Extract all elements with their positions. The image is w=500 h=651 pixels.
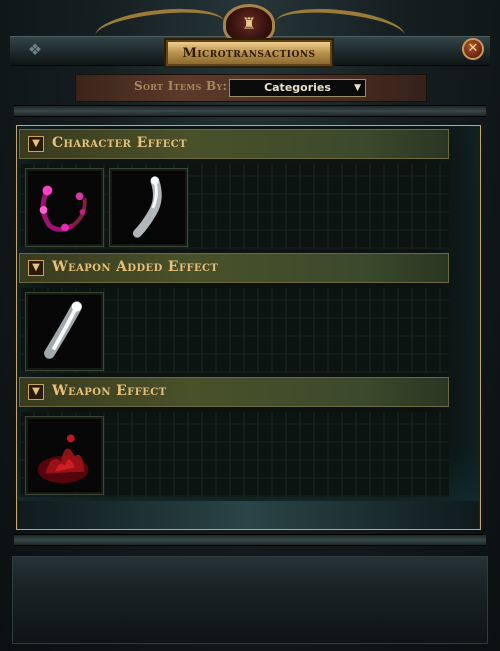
magenta-ring-effect-icon[interactable] (25, 168, 104, 247)
bottom-frame (12, 556, 488, 644)
category-label: Character Effect (52, 135, 187, 151)
top-divider (14, 105, 486, 117)
items-panel: ▼ Character Effect ▼ Weapon Added Effect… (16, 125, 481, 530)
sort-label: Sort Items By: (134, 79, 228, 93)
category-label: Weapon Added Effect (52, 259, 219, 275)
chevron-down-icon: ▼ (354, 83, 361, 93)
gem-icon: ❖ (27, 40, 43, 59)
window-title: Microtransactions (166, 40, 332, 66)
sort-select-value: Categories (264, 81, 331, 94)
item-row-character-effect (19, 164, 449, 249)
item-row-weapon-added-effect (19, 288, 449, 373)
item-row-weapon-effect (19, 412, 449, 497)
red-flame-effect-icon[interactable] (25, 416, 104, 495)
category-header-weapon-added-effect[interactable]: ▼ Weapon Added Effect (19, 253, 449, 283)
close-icon: ✕ (467, 41, 479, 56)
panel-bottom-glow (18, 501, 479, 529)
white-streak-effect-icon[interactable] (25, 292, 104, 371)
sort-select[interactable]: Categories ▼ (229, 79, 366, 97)
microtransactions-window: ♜ ❖ Microtransactions ✕ Sort Items By: C… (0, 0, 500, 651)
sort-bar: Sort Items By: Categories ▼ (75, 74, 427, 102)
category-header-weapon-effect[interactable]: ▼ Weapon Effect (19, 377, 449, 407)
chair-icon: ♜ (223, 4, 275, 44)
bottom-divider (14, 534, 486, 546)
collapse-toggle-icon[interactable]: ▼ (28, 136, 44, 152)
category-label: Weapon Effect (52, 383, 167, 399)
category-header-character-effect[interactable]: ▼ Character Effect (19, 129, 449, 159)
window-title-text: Microtransactions (182, 45, 316, 61)
collapse-toggle-icon[interactable]: ▼ (28, 384, 44, 400)
collapse-toggle-icon[interactable]: ▼ (28, 260, 44, 276)
white-smoke-effect-icon[interactable] (109, 168, 188, 247)
close-button[interactable]: ✕ (462, 38, 484, 60)
